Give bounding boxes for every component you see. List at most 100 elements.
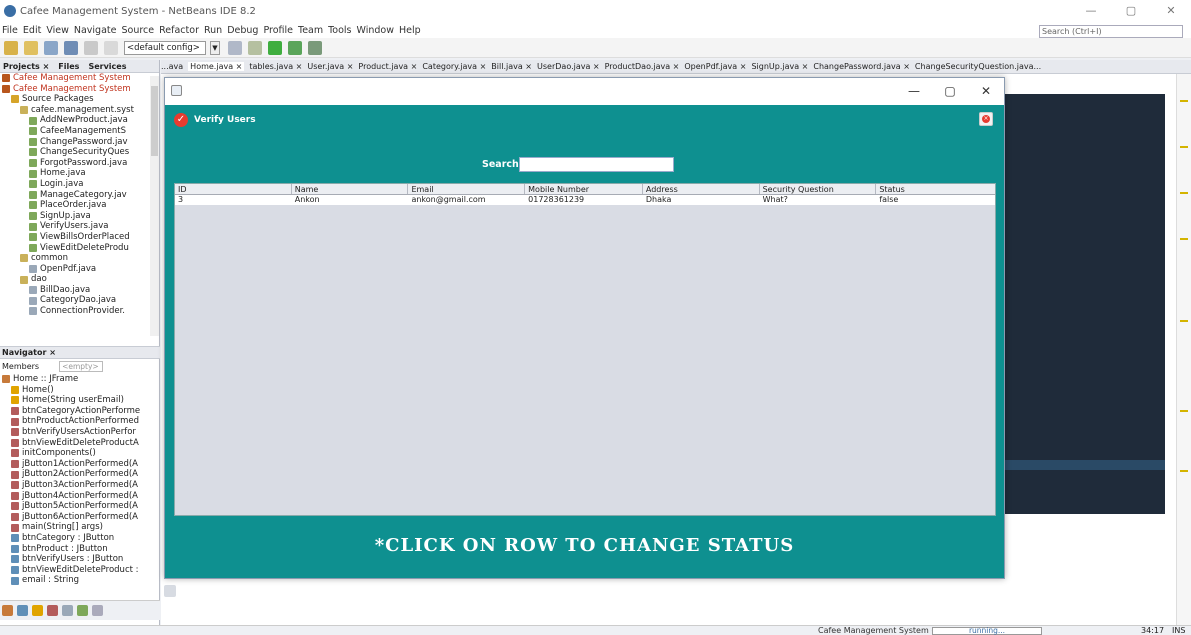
tree-item[interactable]: Cafee Management System: [2, 73, 159, 84]
members-filter-select[interactable]: <empty>: [59, 361, 104, 372]
profile-icon[interactable]: [308, 40, 322, 55]
tree-item[interactable]: jButton2ActionPerformed(A: [2, 469, 158, 480]
menu-item[interactable]: Debug: [227, 25, 258, 36]
error-stripe-mark[interactable]: [1180, 192, 1188, 194]
project-tree-scroll-thumb[interactable]: [151, 86, 158, 156]
minimize-button[interactable]: —: [1071, 0, 1111, 22]
dialog-minimize-button[interactable]: —: [896, 78, 932, 104]
menu-item[interactable]: View: [46, 25, 69, 36]
menu-item[interactable]: File: [2, 25, 18, 36]
filter-fields-icon[interactable]: [2, 605, 13, 616]
tree-item[interactable]: btnCategoryActionPerforme: [2, 406, 158, 417]
tree-item[interactable]: CategoryDao.java: [2, 295, 159, 306]
error-stripe-mark[interactable]: [1180, 100, 1188, 102]
tree-item[interactable]: ForgotPassword.java: [2, 158, 159, 169]
tree-item[interactable]: btnProduct : JButton: [2, 544, 158, 555]
tree-item[interactable]: Home.java: [2, 168, 159, 179]
editor-tab[interactable]: OpenPdf.java ×: [684, 62, 746, 71]
tree-item[interactable]: VerifyUsers.java: [2, 221, 159, 232]
tree-item[interactable]: dao: [2, 274, 159, 285]
code-editor[interactable]: [1005, 94, 1165, 514]
progress-bar[interactable]: running...: [932, 627, 1042, 635]
tree-item[interactable]: btnVerifyUsersActionPerfor: [2, 427, 158, 438]
editor-tab[interactable]: User.java ×: [307, 62, 353, 71]
menu-item[interactable]: Run: [204, 25, 222, 36]
clean-build-icon[interactable]: [248, 40, 262, 55]
tree-item[interactable]: jButton6ActionPerformed(A: [2, 512, 158, 523]
tree-item[interactable]: ManageCategory.jav: [2, 190, 159, 201]
dialog-close-button[interactable]: ✕: [968, 78, 1004, 104]
build-icon[interactable]: [228, 40, 242, 55]
tree-item[interactable]: initComponents(): [2, 448, 158, 459]
column-header[interactable]: Mobile Number: [525, 184, 643, 194]
editor-tab[interactable]: Product.java ×: [358, 62, 417, 71]
tree-item[interactable]: jButton5ActionPerformed(A: [2, 501, 158, 512]
editor-tab[interactable]: ChangePassword.java ×: [813, 62, 910, 71]
tree-item[interactable]: jButton1ActionPerformed(A: [2, 459, 158, 470]
table-row[interactable]: 3 Ankon ankon@gmail.com 01728361239 Dhaka Wha…: [175, 195, 995, 205]
tree-item[interactable]: ViewEditDeleteProdu: [2, 243, 159, 254]
tree-item[interactable]: Home :: JFrame: [2, 374, 158, 385]
config-select[interactable]: <default config>: [124, 40, 206, 55]
tree-item[interactable]: Home(String userEmail): [2, 395, 158, 406]
redo-icon[interactable]: [104, 40, 118, 55]
column-header[interactable]: Status: [876, 184, 995, 194]
editor-tab[interactable]: ProductDao.java ×: [605, 62, 680, 71]
run-tray-icon[interactable]: [164, 585, 176, 597]
navigator-title[interactable]: Navigator ×: [0, 346, 160, 359]
menu-item[interactable]: Edit: [23, 25, 41, 36]
error-stripe-mark[interactable]: [1180, 146, 1188, 148]
close-window-button[interactable]: ✕: [1151, 0, 1191, 22]
tree-item[interactable]: CafeeManagementS: [2, 126, 159, 137]
tree-item[interactable]: ConnectionProvider.: [2, 306, 159, 317]
error-stripe-mark[interactable]: [1180, 470, 1188, 472]
error-stripe-mark[interactable]: [1180, 320, 1188, 322]
menu-item[interactable]: Source: [121, 25, 154, 36]
tree-item[interactable]: ChangePassword.jav: [2, 137, 159, 148]
maximize-button[interactable]: ▢: [1111, 0, 1151, 22]
column-header[interactable]: ID: [175, 184, 292, 194]
filter-inherited-icon[interactable]: [47, 605, 58, 616]
tree-item[interactable]: SignUp.java: [2, 211, 159, 222]
tree-item[interactable]: btnViewEditDeleteProductA: [2, 438, 158, 449]
filter-static-icon[interactable]: [62, 605, 73, 616]
tree-item[interactable]: Login.java: [2, 179, 159, 190]
panel-tab[interactable]: Projects ×: [3, 62, 49, 71]
tree-item[interactable]: PlaceOrder.java: [2, 200, 159, 211]
error-stripe-mark[interactable]: [1180, 410, 1188, 412]
editor-tab[interactable]: ChangeSecurityQuestion.java...: [915, 62, 1041, 71]
editor-tab[interactable]: ...ava: [161, 62, 183, 71]
ide-search-input[interactable]: Search (Ctrl+I): [1039, 25, 1183, 38]
tree-item[interactable]: cafee.management.syst: [2, 105, 159, 116]
chevron-down-icon[interactable]: ▼: [210, 40, 220, 55]
error-stripe[interactable]: [1176, 74, 1191, 626]
error-stripe-mark[interactable]: [1180, 238, 1188, 240]
column-header[interactable]: Email: [408, 184, 526, 194]
tree-item[interactable]: OpenPdf.java: [2, 264, 159, 275]
menu-item[interactable]: Help: [399, 25, 421, 36]
dialog-maximize-button[interactable]: ▢: [932, 78, 968, 104]
tree-item[interactable]: Cafee Management System: [2, 84, 159, 95]
menu-item[interactable]: Team: [298, 25, 323, 36]
tree-item[interactable]: main(String[] args): [2, 522, 158, 533]
menu-item[interactable]: Refactor: [159, 25, 199, 36]
column-header[interactable]: Address: [643, 184, 760, 194]
tree-item[interactable]: btnViewEditDeleteProduct :: [2, 565, 158, 576]
column-header[interactable]: Name: [292, 184, 409, 194]
tree-item[interactable]: btnCategory : JButton: [2, 533, 158, 544]
debug-icon[interactable]: [288, 40, 302, 55]
close-panel-button[interactable]: ×: [979, 112, 993, 126]
menu-item[interactable]: Profile: [263, 25, 293, 36]
save-all-icon[interactable]: [64, 40, 78, 55]
open-project-icon[interactable]: [44, 40, 58, 55]
panel-tab[interactable]: Services: [88, 62, 126, 71]
search-input[interactable]: [519, 157, 674, 172]
tree-item[interactable]: ViewBillsOrderPlaced: [2, 232, 159, 243]
panel-tab[interactable]: Files: [58, 62, 79, 71]
run-icon[interactable]: [268, 40, 282, 55]
tree-item[interactable]: AddNewProduct.java: [2, 115, 159, 126]
editor-tab[interactable]: UserDao.java ×: [537, 62, 600, 71]
new-project-icon[interactable]: [4, 40, 18, 55]
editor-tab[interactable]: tables.java ×: [249, 62, 302, 71]
tree-item[interactable]: common: [2, 253, 159, 264]
